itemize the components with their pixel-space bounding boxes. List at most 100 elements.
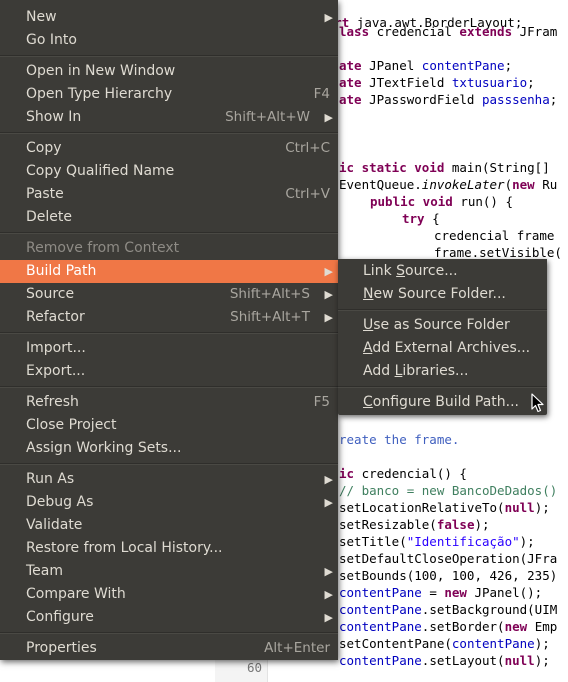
- code-token: (: [504, 177, 513, 192]
- code-token: {: [424, 211, 440, 226]
- submenu-item-configure-build-path[interactable]: Configure Build Path...: [338, 391, 547, 414]
- triangle-right-icon: ▶: [324, 496, 333, 509]
- menu-item-delete[interactable]: Delete: [0, 206, 338, 229]
- menu-item-open-type-hierarchy[interactable]: Open Type Hierarchy F4: [0, 83, 338, 106]
- menu-item-debug-as[interactable]: Debug As ▶: [0, 491, 338, 514]
- menu-separator: [0, 386, 338, 388]
- menu-item-label: Close Project: [26, 417, 117, 433]
- triangle-right-icon: ▶: [324, 588, 333, 601]
- menu-item-label: Assign Working Sets...: [26, 440, 182, 456]
- code-token: reate the frame.: [339, 432, 460, 447]
- code-token: contentPane: [339, 619, 422, 634]
- triangle-right-icon: ▶: [324, 265, 333, 278]
- menu-item-open-in-new-window[interactable]: Open in New Window: [0, 60, 338, 83]
- menu-item-import[interactable]: Import...: [0, 337, 338, 360]
- menu-item-paste[interactable]: Paste Ctrl+V: [0, 183, 338, 206]
- menu-item-show-in[interactable]: Show In Shift+Alt+W ▶: [0, 106, 338, 129]
- code-token: setContentPane(: [339, 636, 452, 651]
- triangle-right-icon: ▶: [324, 111, 333, 124]
- triangle-right-icon: ▶: [324, 11, 333, 24]
- code-token: );: [534, 636, 550, 651]
- code-token: );: [519, 534, 535, 549]
- menu-item-copy-qualified-name[interactable]: Copy Qualified Name: [0, 160, 338, 183]
- menu-separator: [338, 386, 547, 388]
- code-token: passsenha: [482, 92, 550, 107]
- menu-item-team[interactable]: Team ▶: [0, 560, 338, 583]
- submenu-item-link-source[interactable]: Link Source...: [338, 260, 547, 283]
- submenu-item-add-external-archives[interactable]: Add External Archives...: [338, 337, 547, 360]
- build-path-submenu[interactable]: Link Source... New Source Folder... Use as…: [338, 259, 547, 415]
- keyboard-shortcut: F5: [313, 394, 330, 410]
- keyword: new: [444, 585, 467, 600]
- menu-item-validate[interactable]: Validate: [0, 514, 338, 537]
- menu-item-label: Validate: [26, 517, 83, 533]
- line-number: 60: [246, 660, 262, 675]
- menu-item-export[interactable]: Export...: [0, 360, 338, 383]
- menu-item-run-as[interactable]: Run As ▶: [0, 468, 338, 491]
- menu-item-label: Add External Archives...: [363, 340, 531, 356]
- menu-item-compare-with[interactable]: Compare With ▶: [0, 583, 338, 606]
- keyword: false: [436, 517, 475, 532]
- code-line: ic static void main(String[]: [339, 159, 550, 176]
- keyword: ate: [339, 75, 362, 90]
- menu-item-label: Compare With: [26, 586, 126, 602]
- menu-item-properties[interactable]: Properties Alt+Enter: [0, 637, 338, 660]
- code-token: main(String[]: [444, 160, 550, 175]
- menu-item-restore-from-local-history[interactable]: Restore from Local History...: [0, 537, 338, 560]
- code-token: Emp: [527, 619, 558, 634]
- menu-separator: [338, 309, 547, 311]
- comment: // banco = new BancoDeDados(): [339, 483, 558, 498]
- keyword: extends: [459, 24, 513, 39]
- code-line: lass credencial extends JFram: [339, 23, 557, 40]
- menu-separator: [0, 232, 338, 234]
- menu-item-label: Show In: [26, 109, 82, 125]
- code-token: );: [474, 517, 490, 532]
- menu-item-build-path[interactable]: Build Path ▶: [0, 260, 338, 283]
- menu-item-close-project[interactable]: Close Project: [0, 414, 338, 437]
- code-line: reate the frame.: [339, 431, 459, 448]
- menu-item-label: Restore from Local History...: [26, 540, 223, 556]
- menu-item-configure[interactable]: Configure ▶: [0, 606, 338, 629]
- menu-separator: [0, 632, 338, 634]
- menu-item-copy[interactable]: Copy Ctrl+C: [0, 137, 338, 160]
- context-menu[interactable]: New ▶ Go Into Open in New Window Open Type H…: [0, 0, 338, 660]
- menu-item-label: Delete: [26, 209, 72, 225]
- menu-item-source[interactable]: Source Shift+Alt+S ▶: [0, 283, 338, 306]
- keyword: public void: [370, 194, 453, 209]
- menu-item-label: Refactor: [26, 309, 85, 325]
- code-token: contentPane: [451, 636, 535, 651]
- menu-item-go-into[interactable]: Go Into: [0, 29, 338, 52]
- keyboard-shortcut: Ctrl+C: [285, 140, 330, 156]
- triangle-right-icon: ▶: [324, 565, 333, 578]
- code-token: JFram: [512, 24, 558, 39]
- menu-item-label: Debug As: [26, 494, 94, 510]
- menu-item-label: Open Type Hierarchy: [26, 86, 173, 102]
- menu-item-new[interactable]: New ▶: [0, 6, 338, 29]
- menu-item-label: Configure: [26, 609, 94, 625]
- code-line: ic credencial() {: [339, 465, 467, 482]
- code-token: contentPane: [339, 585, 422, 600]
- code-line: contentPane.setBackground(UIM: [339, 601, 557, 618]
- submenu-item-new-source-folder[interactable]: New Source Folder...: [338, 283, 547, 306]
- menu-item-label: Remove from Context: [26, 240, 180, 256]
- menu-item-assign-working-sets[interactable]: Assign Working Sets...: [0, 437, 338, 460]
- code-token: JPanel: [361, 58, 422, 73]
- code-token: JPanel();: [466, 585, 543, 600]
- keyword: try: [402, 211, 425, 226]
- code-line: setTitle("Identificação");: [339, 533, 535, 550]
- submenu-item-add-libraries[interactable]: Add Libraries...: [338, 360, 547, 383]
- code-line: contentPane.setBorder(new Emp: [339, 618, 557, 635]
- code-token: ;: [549, 92, 558, 107]
- menu-item-refactor[interactable]: Refactor Shift+Alt+T ▶: [0, 306, 338, 329]
- submenu-item-use-as-source-folder[interactable]: Use as Source Folder: [338, 314, 547, 337]
- menu-item-label: Properties: [26, 640, 97, 656]
- code-token: frame.setVisible(: [434, 245, 562, 260]
- menu-item-label: Configure Build Path...: [363, 394, 520, 410]
- menu-item-refresh[interactable]: Refresh F5: [0, 391, 338, 414]
- keyword: ate: [339, 58, 362, 73]
- code-line: credencial frame: [434, 227, 554, 244]
- code-token: );: [534, 653, 550, 668]
- code-token: credencial: [369, 24, 460, 39]
- code-token: .setBorder(: [421, 619, 505, 634]
- code-token: ;: [504, 58, 513, 73]
